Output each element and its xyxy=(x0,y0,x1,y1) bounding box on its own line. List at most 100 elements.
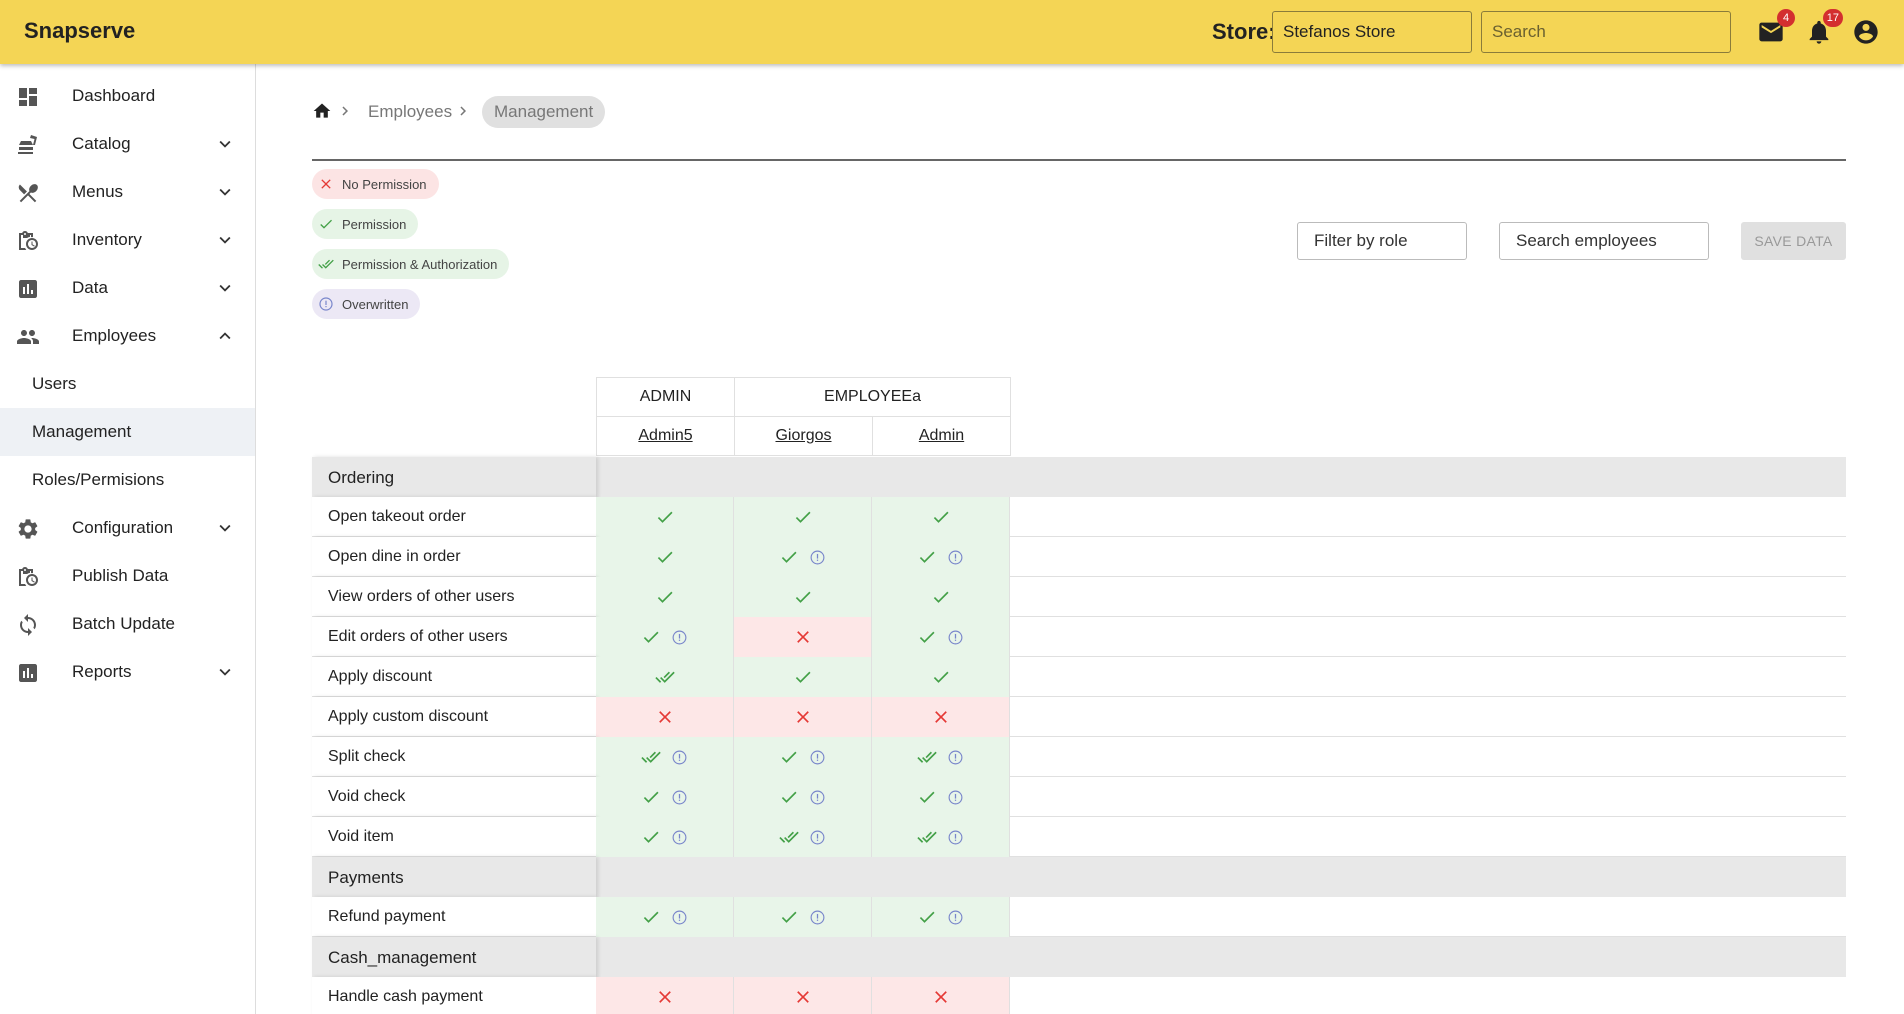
permission-cell[interactable] xyxy=(734,497,872,537)
permission-cell[interactable] xyxy=(872,497,1010,537)
check-icon xyxy=(919,911,935,923)
check-icon xyxy=(320,219,332,229)
bar-chart-icon xyxy=(19,280,37,298)
permission-cell[interactable] xyxy=(734,737,872,777)
filter-by-role-input[interactable]: Filter by role xyxy=(1297,222,1467,260)
permission-cell[interactable] xyxy=(596,977,734,1014)
table-row: View orders of other users xyxy=(312,577,1846,617)
permission-cell[interactable] xyxy=(872,657,1010,697)
permission-cell[interactable] xyxy=(596,817,734,857)
info-circle-icon xyxy=(672,750,687,764)
top-search-input[interactable]: Search xyxy=(1481,11,1731,53)
sidebar-item-label: Roles/Permisions xyxy=(32,470,165,489)
sidebar: Dashboard Catalog Menus Inventory Data E… xyxy=(0,64,256,1014)
mail-button[interactable]: 4 xyxy=(1757,9,1795,46)
permission-cell[interactable] xyxy=(596,897,734,937)
permission-cell[interactable] xyxy=(872,777,1010,817)
sidebar-item-catalog[interactable]: Catalog xyxy=(0,120,255,168)
permission-cell[interactable] xyxy=(872,697,1010,737)
legend-permission: Permission xyxy=(312,209,419,239)
app-title[interactable]: Snapserve xyxy=(24,18,135,44)
store-select[interactable]: Stefanos Store xyxy=(1272,11,1472,53)
permission-cell[interactable] xyxy=(872,537,1010,577)
sidebar-item-menus[interactable]: Menus xyxy=(0,168,255,216)
check-icon xyxy=(933,591,948,603)
permission-cell[interactable] xyxy=(596,497,734,537)
user-header-admin5[interactable]: Admin5 xyxy=(596,416,735,456)
check-icon xyxy=(933,511,948,523)
permission-label: Apply discount xyxy=(312,657,596,697)
check-icon xyxy=(781,791,797,803)
sidebar-item-configuration[interactable]: Configuration xyxy=(0,504,255,552)
divider xyxy=(312,159,1846,161)
permission-cell[interactable] xyxy=(872,817,1010,857)
info-circle-icon xyxy=(672,790,687,804)
table-row: Split check xyxy=(312,737,1846,777)
sidebar-item-reports[interactable]: Reports xyxy=(0,648,255,696)
permission-cell[interactable] xyxy=(872,977,1010,1014)
permission-cell[interactable] xyxy=(596,657,734,697)
home-icon[interactable] xyxy=(312,101,332,121)
sidebar-item-batch-update[interactable]: Batch Update xyxy=(0,600,255,648)
sidebar-item-users[interactable]: Users xyxy=(0,360,255,408)
save-data-button[interactable]: SAVE DATA xyxy=(1741,222,1846,260)
permission-cell[interactable] xyxy=(734,657,872,697)
search-employees-input[interactable]: Search employees xyxy=(1499,222,1709,260)
permission-cell[interactable] xyxy=(734,777,872,817)
check-icon xyxy=(643,631,659,643)
permission-cell[interactable] xyxy=(596,617,734,657)
catalog-icon xyxy=(18,135,37,154)
legend-overwritten: Overwritten xyxy=(312,289,421,319)
sidebar-item-dashboard[interactable]: Dashboard xyxy=(0,72,255,120)
permission-cell[interactable] xyxy=(872,897,1010,937)
table-row: Void item xyxy=(312,817,1846,857)
account-button[interactable] xyxy=(1852,18,1880,46)
notifications-button[interactable]: 17 xyxy=(1805,9,1843,46)
permission-label: Void check xyxy=(312,777,596,817)
sidebar-item-publish-data[interactable]: Publish Data xyxy=(0,552,255,600)
user-header-giorgos[interactable]: Giorgos xyxy=(734,416,873,456)
table-row: Open takeout order xyxy=(312,497,1846,537)
permission-cell[interactable] xyxy=(872,737,1010,777)
permission-cell[interactable] xyxy=(596,537,734,577)
section-label: Ordering xyxy=(328,468,395,487)
permission-label: Open takeout order xyxy=(312,497,596,537)
permission-cell[interactable] xyxy=(596,697,734,737)
chevron-down-icon xyxy=(219,236,231,244)
sidebar-item-employees[interactable]: Employees xyxy=(0,312,255,360)
breadcrumb-employees-link[interactable]: Employees xyxy=(368,102,452,122)
double-check-icon xyxy=(917,751,937,763)
check-icon xyxy=(795,511,810,523)
sidebar-item-roles-permissions[interactable]: Roles/Permisions xyxy=(0,456,255,504)
permission-cell[interactable] xyxy=(596,577,734,617)
permission-cell[interactable] xyxy=(734,817,872,857)
sync-icon xyxy=(20,614,36,636)
check-icon xyxy=(643,911,659,923)
check-icon xyxy=(657,551,672,563)
sidebar-item-data[interactable]: Data xyxy=(0,264,255,312)
permission-cell[interactable] xyxy=(596,737,734,777)
legend-label: Overwritten xyxy=(342,296,409,312)
permission-cell[interactable] xyxy=(734,617,872,657)
permission-cell[interactable] xyxy=(734,577,872,617)
utensils-icon xyxy=(18,184,38,203)
user-header-admin[interactable]: Admin xyxy=(872,416,1011,456)
permission-cell[interactable] xyxy=(734,537,872,577)
check-icon xyxy=(795,671,810,683)
sidebar-item-inventory[interactable]: Inventory xyxy=(0,216,255,264)
check-icon xyxy=(781,551,797,563)
check-icon xyxy=(781,911,797,923)
permission-cell[interactable] xyxy=(734,977,872,1014)
check-icon xyxy=(919,791,935,803)
sidebar-item-label: Menus xyxy=(72,182,124,201)
permission-cell[interactable] xyxy=(734,897,872,937)
check-icon xyxy=(919,631,935,643)
info-circle-icon xyxy=(672,910,687,924)
legend-label: Permission & Authorization xyxy=(342,256,498,272)
permission-cell[interactable] xyxy=(734,697,872,737)
sidebar-item-management[interactable]: Management xyxy=(0,408,255,456)
permission-cell[interactable] xyxy=(872,577,1010,617)
sidebar-item-label: Reports xyxy=(72,662,132,681)
permission-cell[interactable] xyxy=(596,777,734,817)
permission-cell[interactable] xyxy=(872,617,1010,657)
